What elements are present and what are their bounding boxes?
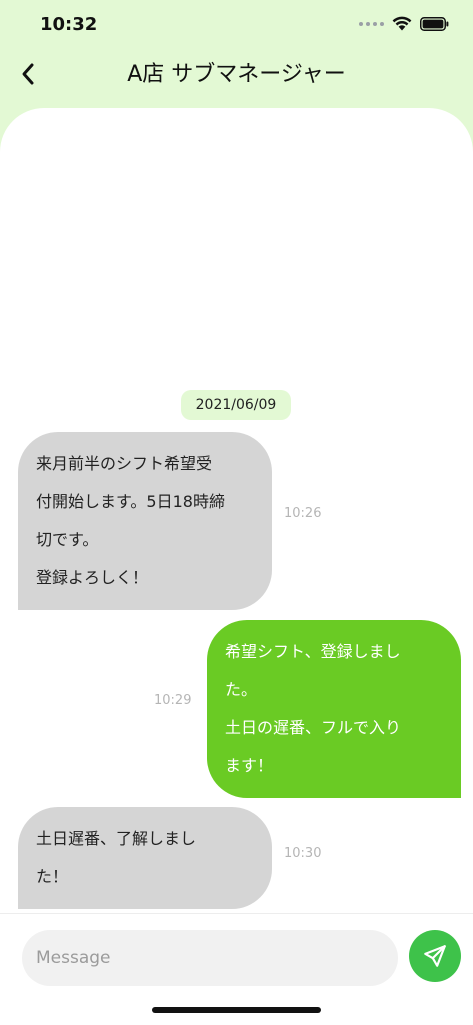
chat-area[interactable]: 2021/06/09 来月前半のシフト希望受 付開始します。5日18時締 切です… bbox=[0, 108, 473, 1024]
home-indicator bbox=[152, 1007, 321, 1013]
header: A店 サブマネージャー bbox=[0, 50, 473, 100]
message-time: 10:29 bbox=[154, 693, 192, 708]
message-time: 10:26 bbox=[284, 506, 322, 521]
status-icons bbox=[359, 16, 449, 31]
message-time: 10:30 bbox=[284, 846, 322, 861]
message-input[interactable] bbox=[22, 930, 398, 986]
message-bubble-received[interactable]: 来月前半のシフト希望受 付開始します。5日18時締 切です。 登録よろしく！ bbox=[18, 432, 272, 610]
status-time: 10:32 bbox=[40, 14, 98, 35]
wifi-icon bbox=[392, 16, 412, 31]
message-bubble-sent[interactable]: 希望シフト、登録しまし た。 土日の遅番、フルで入り ます！ bbox=[207, 620, 461, 798]
status-bar: 10:32 bbox=[0, 0, 473, 50]
page-title: A店 サブマネージャー bbox=[127, 62, 346, 87]
battery-icon bbox=[420, 16, 449, 31]
send-button[interactable] bbox=[409, 930, 461, 982]
paper-plane-icon bbox=[424, 945, 446, 967]
signal-dots-icon bbox=[359, 21, 384, 26]
date-chip: 2021/06/09 bbox=[181, 390, 291, 420]
message-bubble-received[interactable]: 土日遅番、了解しまし た！ bbox=[18, 807, 272, 909]
